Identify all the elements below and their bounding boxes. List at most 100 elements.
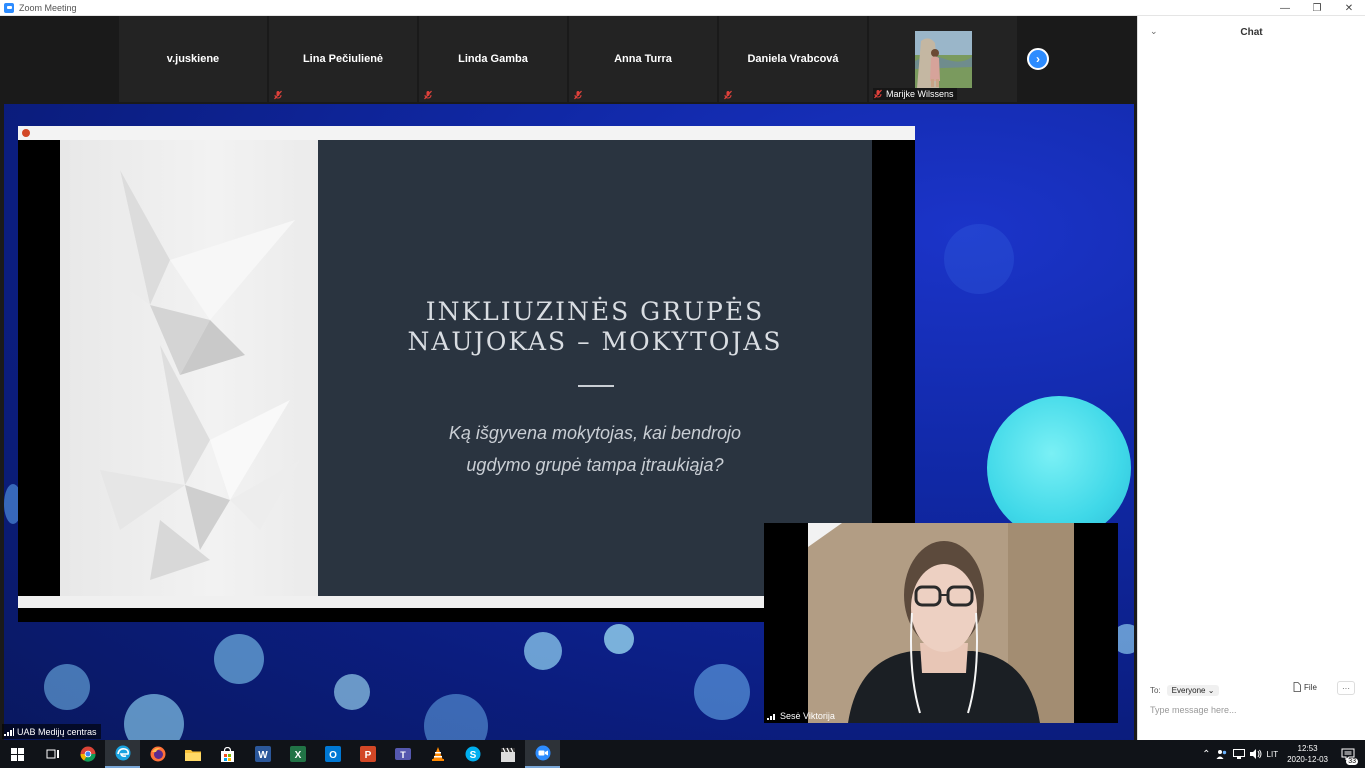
muted-mic-icon — [724, 90, 732, 100]
notification-count: 33 — [1346, 758, 1358, 765]
close-button[interactable]: ✕ — [1333, 0, 1365, 16]
screen-sharer-label: UAB Medijų centras — [2, 724, 101, 739]
file-icon — [1293, 682, 1301, 692]
start-icon[interactable] — [0, 740, 35, 768]
presenter-name: Sesė Viktorija — [780, 711, 835, 721]
bokeh-light — [694, 664, 750, 720]
chat-recipient-row: To: Everyone ⌄ File ··· — [1150, 681, 1356, 698]
participant-tile[interactable]: Daniela Vrabcová — [719, 16, 867, 102]
participant-name: v.juskiene — [166, 53, 220, 65]
next-participants-button[interactable]: › — [1027, 48, 1049, 70]
zoom-icon[interactable] — [525, 740, 560, 768]
participant-name: Lina Pečiulienė — [302, 53, 384, 65]
chevron-right-icon: › — [1036, 52, 1040, 66]
word-icon[interactable]: W — [245, 740, 280, 768]
restore-button[interactable]: ❐ — [1301, 0, 1333, 16]
people-icon[interactable] — [1216, 748, 1228, 760]
participant-tile[interactable]: Anna Turra — [569, 16, 717, 102]
participant-tile[interactable]: Lina Pečiulienė — [269, 16, 417, 102]
participant-caption: Marijke Wilssens — [873, 88, 957, 100]
muted-mic-icon — [874, 89, 882, 99]
window-title: Zoom Meeting — [19, 2, 77, 13]
clock-date: 2020-12-03 — [1287, 755, 1328, 764]
sharer-name: UAB Medijų centras — [17, 726, 97, 737]
chevron-down-icon: ⌄ — [1207, 685, 1215, 695]
participant-name: Linda Gamba — [458, 53, 528, 65]
bokeh-light — [424, 694, 488, 740]
network-icon[interactable] — [1232, 749, 1245, 759]
window-titlebar: Zoom Meeting — ❐ ✕ — [0, 0, 1365, 16]
participant-video — [915, 31, 972, 88]
chat-header: ⌄ Chat — [1138, 16, 1365, 48]
powerpoint-icon[interactable]: P — [350, 740, 385, 768]
slide-divider — [578, 385, 614, 387]
bokeh-light — [44, 664, 90, 710]
participant-tile[interactable]: Linda Gamba — [419, 16, 567, 102]
bokeh-light — [987, 396, 1131, 540]
svg-text:X: X — [294, 750, 301, 761]
to-label: To: — [1150, 685, 1161, 695]
excel-icon[interactable]: X — [280, 740, 315, 768]
participant-tile[interactable]: v.juskiene — [119, 16, 267, 102]
muted-mic-icon — [574, 90, 582, 100]
slide-title: INKLIUZINĖS GRUPĖS NAUJOKAS – MOKYTOJAS — [318, 297, 872, 357]
participant-tile[interactable]: Marijke Wilssens — [869, 16, 1017, 102]
minimize-button[interactable]: — — [1269, 0, 1301, 16]
store-icon[interactable] — [210, 740, 245, 768]
file-explorer-icon[interactable] — [175, 740, 210, 768]
bokeh-light — [524, 632, 562, 670]
chat-title: Chat — [1240, 26, 1263, 38]
slide-subtitle-line: Ką išgyvena mokytojas, kai bendrojo — [448, 423, 742, 443]
more-options-button[interactable]: ··· — [1337, 681, 1355, 695]
slide-title-line: INKLIUZINĖS GRUPĖS — [425, 297, 765, 326]
muted-mic-icon — [274, 90, 282, 100]
recipient-value: Everyone — [1171, 685, 1206, 695]
teams-icon[interactable]: T — [385, 740, 420, 768]
svg-text:T: T — [400, 750, 406, 760]
svg-text:O: O — [329, 750, 337, 761]
windows-taskbar: W X O P T S ⌃ LIT 12:53 2020-12-03 33 — [0, 740, 1365, 768]
firefox-icon[interactable] — [140, 740, 175, 768]
file-button[interactable]: File — [1293, 682, 1317, 692]
chevron-up-icon[interactable]: ⌃ — [1202, 749, 1210, 760]
bokeh-light — [334, 674, 370, 710]
participant-strip: v.juskiene Lina Pečiulienė Linda Gamba A… — [0, 16, 1137, 104]
bokeh-light — [944, 224, 1014, 294]
svg-text:S: S — [469, 750, 476, 761]
chrome-icon[interactable] — [70, 740, 105, 768]
svg-text:P: P — [364, 750, 371, 761]
vlc-icon[interactable] — [420, 740, 455, 768]
clock[interactable]: 12:53 2020-12-03 — [1287, 743, 1328, 765]
slide-subtitle: Ką išgyvena mokytojas, kai bendrojo ugdy… — [318, 417, 872, 481]
notification-center-button[interactable]: 33 — [1337, 740, 1359, 768]
chevron-down-icon[interactable]: ⌄ — [1150, 26, 1158, 37]
edge-icon[interactable] — [105, 740, 140, 768]
zoom-app-icon — [4, 2, 14, 13]
slide-title-line: NAUJOKAS – MOKYTOJAS — [407, 327, 783, 356]
svg-text:W: W — [258, 750, 268, 761]
system-tray: ⌃ LIT 12:53 2020-12-03 33 — [1202, 740, 1365, 768]
participant-name: Anna Turra — [614, 53, 672, 65]
bokeh-light — [124, 694, 184, 740]
presenter-video-feed — [808, 523, 1074, 723]
meeting-video-area: v.juskiene Lina Pečiulienė Linda Gamba A… — [0, 16, 1137, 740]
outlook-icon[interactable]: O — [315, 740, 350, 768]
shared-screen: INKLIUZINĖS GRUPĖS NAUJOKAS – MOKYTOJAS … — [4, 104, 1134, 740]
recipient-dropdown[interactable]: Everyone ⌄ — [1166, 684, 1220, 696]
language-indicator[interactable]: LIT — [1267, 750, 1279, 759]
participant-name: Marijke Wilssens — [886, 89, 954, 99]
clapperboard-icon[interactable] — [490, 740, 525, 768]
powerpoint-icon — [22, 129, 30, 137]
chat-panel: ⌄ Chat To: Everyone ⌄ File ··· — [1137, 16, 1365, 740]
task-view-icon[interactable] — [35, 740, 70, 768]
muted-mic-icon — [424, 90, 432, 100]
volume-icon[interactable] — [1249, 749, 1262, 759]
origami-image — [60, 140, 318, 596]
chat-message-input[interactable] — [1150, 702, 1356, 718]
skype-icon[interactable]: S — [455, 740, 490, 768]
signal-strength-icon — [767, 714, 775, 720]
presenter-video[interactable]: Sesė Viktorija — [764, 523, 1118, 723]
clock-time: 12:53 — [1297, 744, 1318, 753]
window-controls: — ❐ ✕ — [1269, 0, 1365, 16]
presentation-window-titlebar — [18, 126, 915, 140]
